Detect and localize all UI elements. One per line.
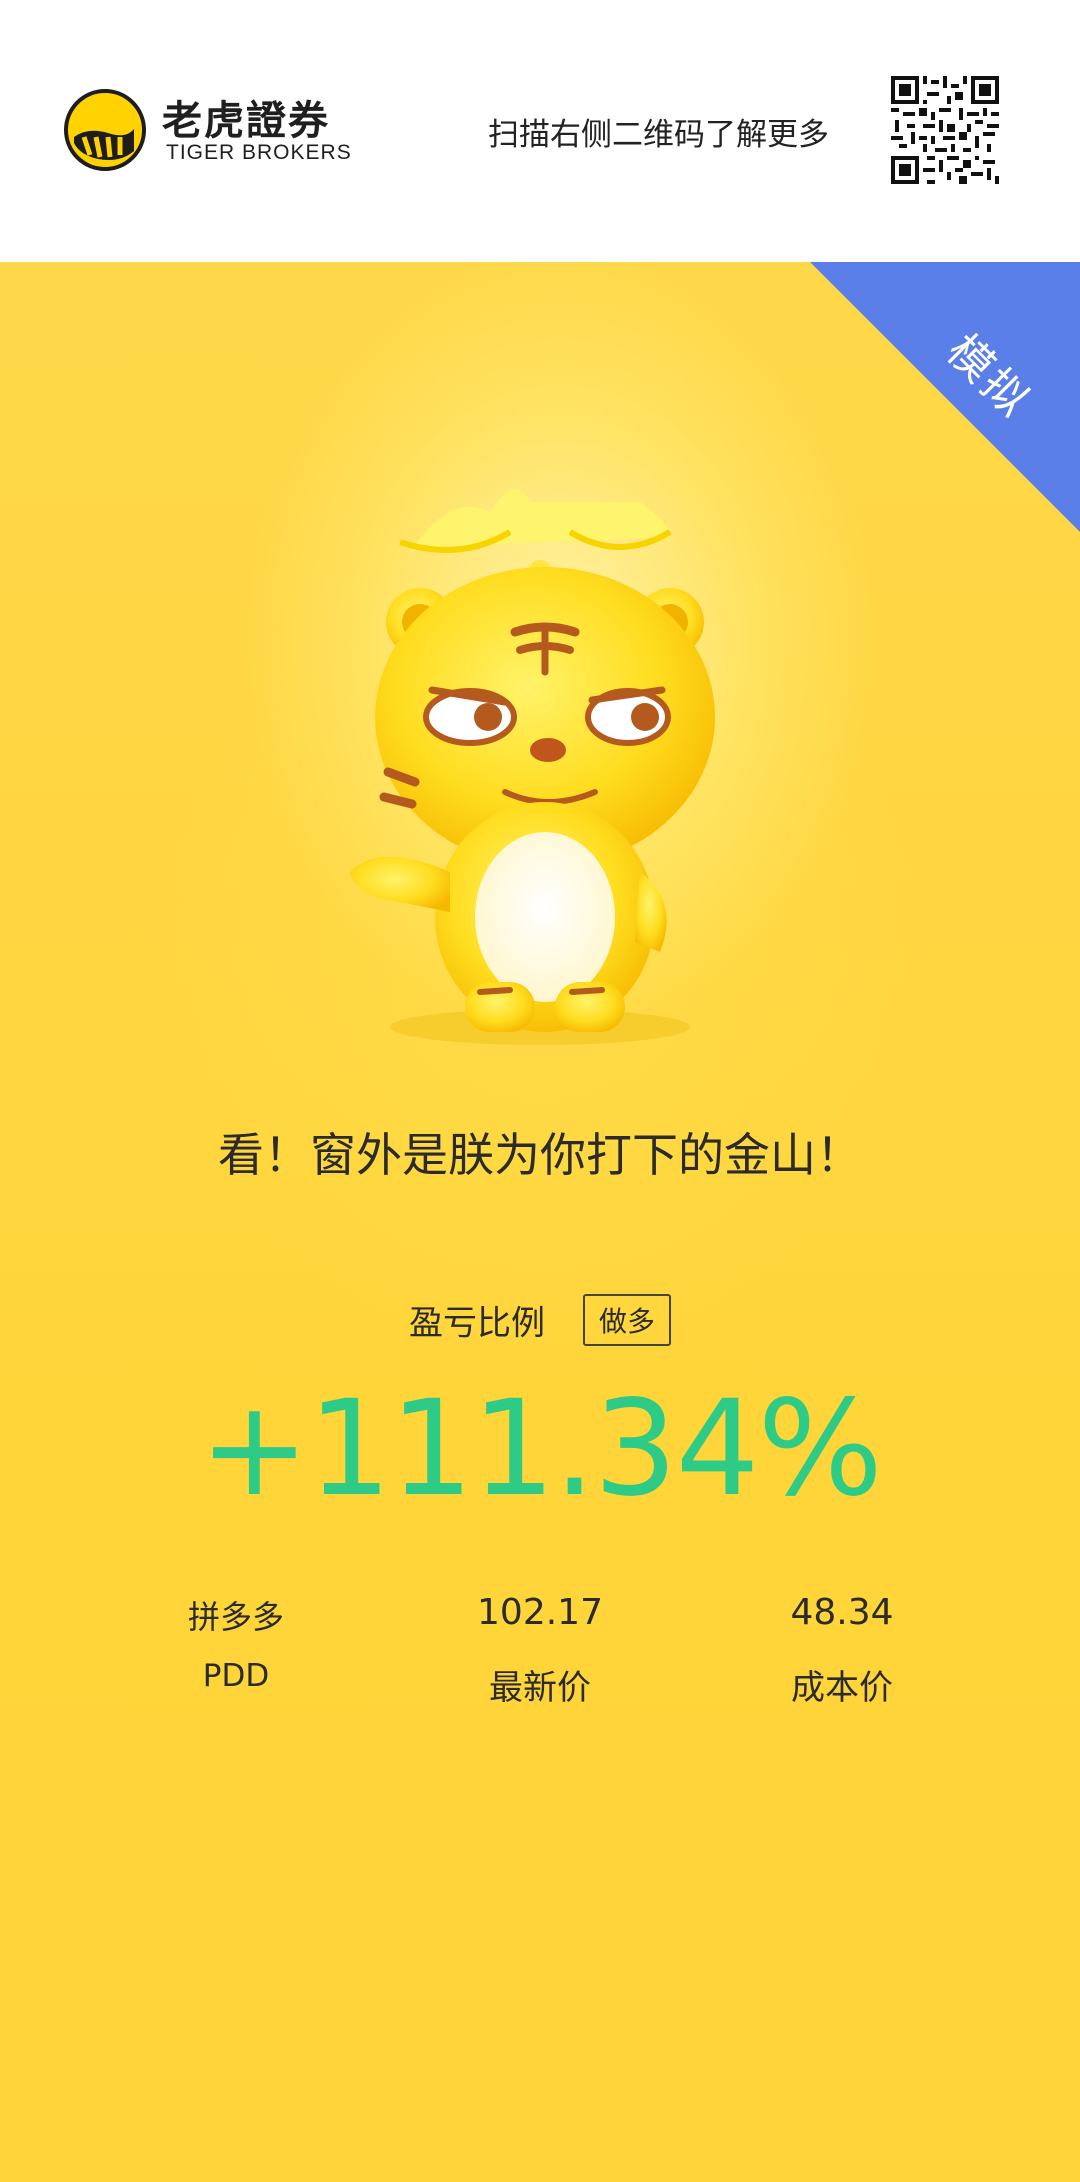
header: 老虎證券 TIGER BROKERS 扫描右侧二维码了解更多 <box>0 0 1080 262</box>
cost-price-label: 成本价 <box>791 1668 893 1708</box>
latest-price-value: 102.17 <box>477 1592 603 1633</box>
brand-name-cn: 老虎證券 <box>162 98 330 144</box>
scan-hint-text: 扫描右侧二维码了解更多 <box>488 117 829 153</box>
latest-price-label: 最新价 <box>489 1668 591 1708</box>
mode-ribbon <box>810 262 1080 532</box>
qr-code-icon <box>891 76 999 184</box>
profit-ratio-row: 盈亏比例 做多 <box>0 1294 1080 1346</box>
stock-info: 拼多多 PDD <box>96 1592 376 1694</box>
stock-name: 拼多多 <box>187 1598 284 1636</box>
cost-price-stat: 48.34 成本价 <box>702 1592 982 1709</box>
tagline: 看！窗外是朕为你打下的金山！ <box>218 1128 862 1182</box>
share-poster: 老虎證券 TIGER BROKERS 扫描右侧二维码了解更多 模拟 看！窗外是朕… <box>0 0 1080 2182</box>
brand-name-en: TIGER BROKERS <box>166 141 352 164</box>
cost-price-value: 48.34 <box>790 1592 894 1633</box>
stock-ticker: PDD <box>202 1658 270 1694</box>
position-type-badge: 做多 <box>582 1294 671 1346</box>
profit-percent: +111.34% <box>199 1372 883 1526</box>
profit-ratio-label: 盈亏比例 <box>408 1303 545 1344</box>
poster-body: 模拟 看！窗外是朕为你打下的金山！ 盈亏比例 做多 +111.34% 拼多多 P… <box>0 262 1080 2182</box>
tiger-mascot-icon <box>350 489 715 1045</box>
tiger-logo-icon <box>64 89 146 171</box>
latest-price-stat: 102.17 最新价 <box>400 1592 680 1709</box>
